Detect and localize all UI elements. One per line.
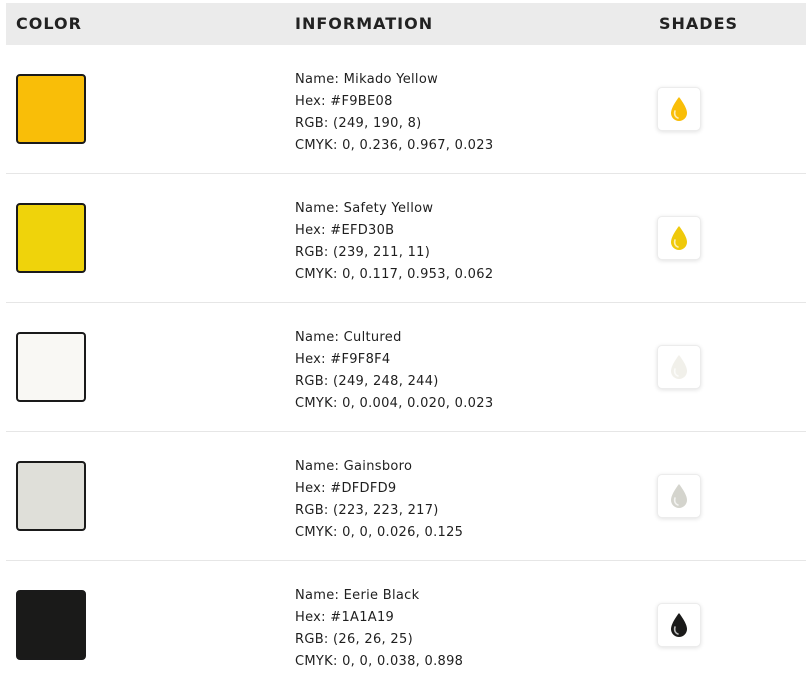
shades-button[interactable] xyxy=(657,87,701,131)
water-drop-icon xyxy=(671,97,687,121)
color-name: Name: Safety Yellow xyxy=(295,201,434,216)
color-swatch xyxy=(16,74,86,144)
color-information: Name: Gainsboro Hex: #DFDFD9 RGB: (223, … xyxy=(295,456,463,544)
color-row: Name: Eerie Black Hex: #1A1A19 RGB: (26,… xyxy=(6,561,806,690)
header-shades: SHADES xyxy=(659,14,739,33)
color-row: Name: Cultured Hex: #F9F8F4 RGB: (249, 2… xyxy=(6,303,806,432)
color-palette-table: COLOR INFORMATION SHADES Name: Mikado Ye… xyxy=(6,3,806,690)
shades-button[interactable] xyxy=(657,216,701,260)
color-hex: Hex: #DFDFD9 xyxy=(295,481,397,496)
color-hex: Hex: #F9BE08 xyxy=(295,94,393,109)
header-color: COLOR xyxy=(16,14,82,33)
color-information: Name: Safety Yellow Hex: #EFD30B RGB: (2… xyxy=(295,198,493,286)
shades-button[interactable] xyxy=(657,603,701,647)
color-name: Name: Mikado Yellow xyxy=(295,72,439,87)
water-drop-icon xyxy=(671,484,687,508)
color-swatch xyxy=(16,590,86,660)
color-name: Name: Eerie Black xyxy=(295,588,420,603)
color-cmyk: CMYK: 0, 0.117, 0.953, 0.062 xyxy=(295,267,494,282)
color-cmyk: CMYK: 0, 0.236, 0.967, 0.023 xyxy=(295,138,494,153)
water-drop-icon xyxy=(671,355,687,379)
color-rgb: RGB: (223, 223, 217) xyxy=(295,503,439,518)
color-hex: Hex: #F9F8F4 xyxy=(295,352,391,367)
color-information: Name: Cultured Hex: #F9F8F4 RGB: (249, 2… xyxy=(295,327,493,415)
color-cmyk: CMYK: 0, 0.004, 0.020, 0.023 xyxy=(295,396,494,411)
color-rgb: RGB: (249, 190, 8) xyxy=(295,116,422,131)
color-hex: Hex: #EFD30B xyxy=(295,223,395,238)
water-drop-icon xyxy=(671,613,687,637)
color-rgb: RGB: (239, 211, 11) xyxy=(295,245,431,260)
color-name: Name: Gainsboro xyxy=(295,459,413,474)
color-information: Name: Mikado Yellow Hex: #F9BE08 RGB: (2… xyxy=(295,69,493,157)
color-rgb: RGB: (26, 26, 25) xyxy=(295,632,413,647)
color-rgb: RGB: (249, 248, 244) xyxy=(295,374,439,389)
color-row: Name: Safety Yellow Hex: #EFD30B RGB: (2… xyxy=(6,174,806,303)
color-information: Name: Eerie Black Hex: #1A1A19 RGB: (26,… xyxy=(295,585,463,673)
color-cmyk: CMYK: 0, 0, 0.038, 0.898 xyxy=(295,654,464,669)
color-row: Name: Mikado Yellow Hex: #F9BE08 RGB: (2… xyxy=(6,45,806,174)
color-swatch xyxy=(16,332,86,402)
header-information: INFORMATION xyxy=(295,14,434,33)
shades-button[interactable] xyxy=(657,345,701,389)
shades-button[interactable] xyxy=(657,474,701,518)
color-cmyk: CMYK: 0, 0, 0.026, 0.125 xyxy=(295,525,464,540)
color-row: Name: Gainsboro Hex: #DFDFD9 RGB: (223, … xyxy=(6,432,806,561)
water-drop-icon xyxy=(671,226,687,250)
table-header: COLOR INFORMATION SHADES xyxy=(6,3,806,45)
color-swatch xyxy=(16,203,86,273)
color-hex: Hex: #1A1A19 xyxy=(295,610,395,625)
color-swatch xyxy=(16,461,86,531)
color-name: Name: Cultured xyxy=(295,330,402,345)
